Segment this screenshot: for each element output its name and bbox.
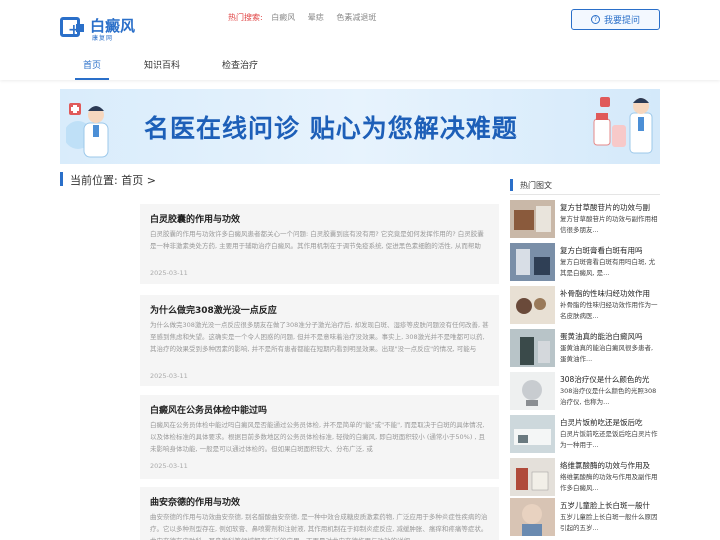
article-summary: 为什么做完308激光没一点反应很多朋友在做了308准分子激光治疗后, 却发现白斑… [150,321,489,353]
sidebar-item[interactable]: 白灵片饭前吃还是饭后吃 白灵片饭前吃还是饭后吃白灵片作为一种用于... [510,415,660,453]
sidebar-item-desc: 五岁儿童脸上长白斑一般什么原因引起的五岁... [560,513,658,532]
logo-subtext: 康复网 [92,35,114,42]
ask-question-button[interactable]: ? 我要提问 [571,9,660,30]
article-summary: 白灵胶囊的作用与功效许多白癜风患者都关心一个问题: 白灵胶囊到底有没有用? 它究… [150,230,484,250]
article-title[interactable]: 为什么做完308激光没一点反应 [150,303,277,316]
breadcrumb: 当前位置: 首页 > [70,174,156,187]
nav-knowledge[interactable]: 知识百科 [144,58,180,80]
sidebar-marker [510,179,513,191]
hot-search: 热门搜索: 白癜风 晕痣 色素减退斑 [228,12,386,23]
hot-search-label: 热门搜索: [228,13,263,22]
thumbnail-image [510,498,555,536]
banner-slogan: 名医在线问诊 贴心为您解决难题 [144,114,518,143]
ask-question-label: 我要提问 [603,16,640,26]
medicine-bottles-icon [593,97,653,154]
site-header: + 白癜风 康复网 热门搜索: 白癜风 晕痣 色素减退斑 ? 我要提问 首页 知… [0,0,720,80]
article-title[interactable]: 白灵胶囊的作用与功效 [150,212,240,225]
sidebar-item-desc: 复方白斑膏看白斑有用吗白斑, 尤其是白癜风, 是... [560,258,656,277]
thumbnail-image [510,329,555,367]
sidebar-item[interactable]: 复方甘草酸苷片的功效与副 复方甘草酸苷片的功效与副作用相信很多朋友... [510,200,660,238]
sidebar-item-title[interactable]: 补骨脂的性味归经功效作用 [560,288,660,299]
article-date: 2025-03-11 [150,269,188,277]
sidebar-item[interactable]: 络维氯酸酶的功效与作用及 络维氯酸酶的功效与作用及副作用作多白癜风... [510,458,660,496]
sidebar-item-title[interactable]: 复方甘草酸苷片的功效与副 [560,202,660,213]
sidebar-item-title[interactable]: 五岁儿童脸上长白斑一般什 [560,500,660,511]
hot-search-item[interactable]: 晕痣 [308,13,324,22]
article-card[interactable]: 为什么做完308激光没一点反应 为什么做完308激光没一点反应很多朋友在做了30… [140,295,499,386]
doctor-illustration-icon [66,103,109,158]
logo-cross-icon: + [60,17,84,37]
thumbnail-image [510,286,555,324]
question-icon: ? [590,15,600,24]
nav-treatment[interactable]: 检查治疗 [222,58,258,80]
thumbnail-image [510,372,555,410]
sidebar-item[interactable]: 308治疗仪是什么颜色的光 308治疗仪是什么颜色的光照308治疗仪, 也称为.… [510,372,660,410]
sidebar-item-desc: 复方甘草酸苷片的功效与副作用相信很多朋友... [560,215,658,234]
sidebar-divider [510,194,660,195]
hot-search-item[interactable]: 色素减退斑 [336,13,376,22]
thumbnail-image [510,415,555,453]
sidebar-item-desc: 蛋黄油真的能治白癜风很多患者, 蛋黄油作... [560,344,654,363]
location-marker [60,172,63,186]
sidebar-item[interactable]: 补骨脂的性味归经功效作用 补骨脂的性味归经功效作用作为一名皮肤病医... [510,286,660,324]
hero-banner[interactable]: 名医在线问诊 贴心为您解决难题 [60,89,660,164]
sidebar-item-title[interactable]: 复方白斑膏看白斑有用吗 [560,245,660,256]
thumbnail-image [510,458,555,496]
article-date: 2025-03-11 [150,372,188,380]
article-title[interactable]: 曲安奈德的作用与功效 [150,495,240,508]
sidebar-item-title[interactable]: 络维氯酸酶的功效与作用及 [560,460,660,471]
sidebar-item-desc: 络维氯酸酶的功效与作用及副作用作多白癜风... [560,473,658,492]
hot-search-item[interactable]: 白癜风 [271,13,295,22]
thumbnail-image [510,243,555,281]
article-card[interactable]: 曲安奈德的作用与功效 曲安奈德的作用与功效曲安奈德, 别名醋酸曲安奈德, 是一种… [140,487,499,540]
article-summary: 白癜风在公务员体检中能过吗白癜风是否能通过公务员体检, 并不是简单的"能"或"不… [150,421,486,453]
sidebar-item-title[interactable]: 308治疗仪是什么颜色的光 [560,374,660,385]
nav-home[interactable]: 首页 [74,58,110,80]
article-summary: 曲安奈德的作用与功效曲安奈德, 别名醋酸曲安奈德, 是一种中效合成糖皮质激素药物… [150,513,488,540]
sidebar-item[interactable]: 复方白斑膏看白斑有用吗 复方白斑膏看白斑有用吗白斑, 尤其是白癜风, 是... [510,243,660,281]
article-card[interactable]: 白癜风在公务员体检中能过吗 白癜风在公务员体检中能过吗白癜风是否能通过公务员体检… [140,395,499,479]
article-date: 2025-03-11 [150,462,188,470]
sidebar-item-desc: 白灵片饭前吃还是饭后吃白灵片作为一种用于... [560,430,658,449]
sidebar-item-title[interactable]: 白灵片饭前吃还是饭后吃 [560,417,660,428]
article-title[interactable]: 白癜风在公务员体检中能过吗 [150,403,267,416]
sidebar-item[interactable]: 蛋黄油真的能治白癜风吗 蛋黄油真的能治白癜风很多患者, 蛋黄油作... [510,329,660,367]
sidebar-item-title[interactable]: 蛋黄油真的能治白癜风吗 [560,331,660,342]
article-card[interactable]: 白灵胶囊的作用与功效 白灵胶囊的作用与功效许多白癜风患者都关心一个问题: 白灵胶… [140,204,499,284]
sidebar-title: 热门图文 [520,181,552,190]
sidebar-item[interactable]: 五岁儿童脸上长白斑一般什 五岁儿童脸上长白斑一般什么原因引起的五岁... [510,498,660,536]
sidebar-item-desc: 308治疗仪是什么颜色的光照308治疗仪, 也称为... [560,387,657,406]
sidebar-item-desc: 补骨脂的性味归经功效作用作为一名皮肤病医... [560,301,658,320]
thumbnail-image [510,200,555,238]
site-logo[interactable]: + 白癜风 康复网 [60,15,150,42]
